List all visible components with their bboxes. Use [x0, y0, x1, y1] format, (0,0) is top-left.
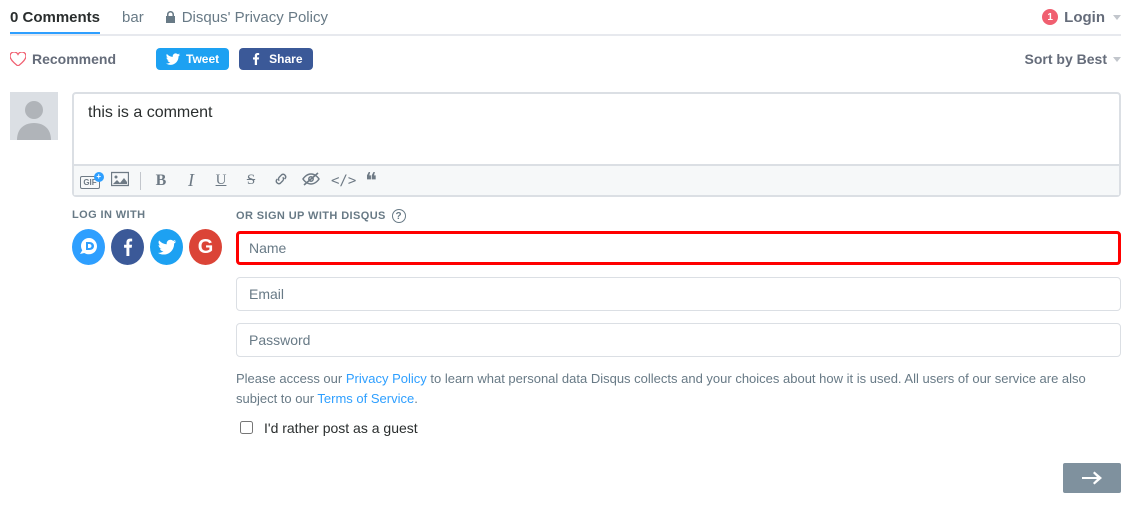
tweet-button[interactable]: Tweet: [156, 48, 229, 70]
login-with-label: LOG IN WITH: [72, 209, 222, 221]
guest-checkbox-row[interactable]: I'd rather post as a guest: [236, 418, 1121, 437]
tab-community[interactable]: bar: [122, 9, 144, 32]
signup-label-row: OR SIGN UP WITH DISQUS ?: [236, 209, 1121, 223]
name-input[interactable]: [236, 231, 1121, 265]
share-button[interactable]: Share: [239, 48, 312, 70]
facebook-icon: [119, 238, 137, 256]
link-button[interactable]: [271, 171, 291, 191]
tweet-label: Tweet: [186, 52, 219, 66]
tos-link[interactable]: Terms of Service: [317, 391, 414, 406]
privacy-link[interactable]: Disqus' Privacy Policy: [166, 9, 328, 32]
underline-button[interactable]: U: [211, 172, 231, 189]
italic-button[interactable]: I: [181, 170, 201, 191]
link-icon: [272, 171, 290, 187]
password-input[interactable]: [236, 323, 1121, 357]
chevron-down-icon: [1113, 15, 1121, 20]
eye-off-icon: [302, 171, 320, 187]
editor-toolbar: GIF+ B I U S </> ❝: [74, 164, 1119, 195]
sort-menu[interactable]: Sort by Best: [1025, 51, 1121, 67]
signup-label: OR SIGN UP WITH DISQUS: [236, 210, 386, 222]
login-badge: 1: [1042, 9, 1058, 25]
avatar: [10, 92, 58, 140]
lock-icon: [166, 11, 176, 23]
share-label: Share: [269, 52, 302, 66]
login-with-col: LOG IN WITH G: [72, 209, 222, 493]
disqus-icon: [80, 238, 98, 256]
policy-end: .: [414, 391, 418, 406]
privacy-policy-link[interactable]: Privacy Policy: [346, 371, 427, 386]
header-row: 0 Comments bar Disqus' Privacy Policy 1 …: [10, 6, 1121, 36]
divider: [140, 172, 141, 190]
twitter-icon: [158, 238, 176, 256]
heart-icon: [10, 52, 26, 66]
guest-checkbox[interactable]: [240, 421, 253, 434]
code-button[interactable]: </>: [331, 173, 351, 189]
editor-wrap: this is a comment GIF+ B I U S </> ❝: [72, 92, 1121, 197]
arrow-right-icon: [1082, 471, 1102, 485]
tab-comments[interactable]: 0 Comments: [10, 9, 100, 34]
sort-label: Sort by Best: [1025, 51, 1107, 67]
gif-button[interactable]: GIF+: [80, 172, 100, 189]
submit-button[interactable]: [1063, 463, 1121, 493]
auth-section: LOG IN WITH G OR SIGN UP WITH DISQUS ? P…: [10, 209, 1121, 493]
twitter-icon: [166, 53, 180, 65]
facebook-icon: [249, 53, 263, 65]
submit-row: [236, 463, 1121, 493]
recommend-button[interactable]: Recommend: [10, 51, 116, 67]
image-button[interactable]: [110, 171, 130, 191]
comment-editor[interactable]: this is a comment: [74, 94, 1119, 164]
chevron-down-icon: [1113, 57, 1121, 62]
privacy-label: Disqus' Privacy Policy: [182, 9, 328, 26]
bold-button[interactable]: B: [151, 172, 171, 190]
recommend-label: Recommend: [32, 51, 116, 67]
guest-label: I'd rather post as a guest: [264, 420, 418, 436]
login-google-button[interactable]: G: [189, 229, 222, 265]
login-label: Login: [1064, 9, 1105, 26]
avatar-icon: [14, 98, 54, 140]
signup-col: OR SIGN UP WITH DISQUS ? Please access o…: [236, 209, 1121, 493]
quote-button[interactable]: ❝: [361, 176, 381, 186]
social-login-row: G: [72, 229, 222, 265]
email-input[interactable]: [236, 277, 1121, 311]
login-menu[interactable]: 1 Login: [1042, 9, 1121, 32]
login-disqus-button[interactable]: [72, 229, 105, 265]
login-twitter-button[interactable]: [150, 229, 183, 265]
action-row: Recommend Tweet Share Sort by Best: [10, 48, 1121, 70]
comment-area: this is a comment GIF+ B I U S </> ❝: [10, 92, 1121, 197]
login-facebook-button[interactable]: [111, 229, 144, 265]
strike-button[interactable]: S: [241, 172, 261, 189]
help-icon[interactable]: ?: [392, 209, 406, 223]
policy-text: Please access our Privacy Policy to lear…: [236, 369, 1121, 408]
spoiler-button[interactable]: [301, 171, 321, 191]
image-icon: [111, 171, 129, 187]
policy-pre: Please access our: [236, 371, 346, 386]
